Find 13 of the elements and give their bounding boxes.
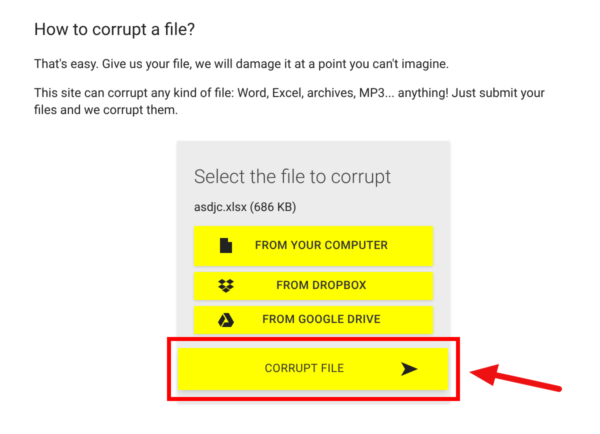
- file-name: asdjc.xlsx (686 KB): [194, 198, 298, 216]
- send-icon: [401, 362, 418, 376]
- source-button[interactable]: FROM DROPBOX: [194, 272, 433, 300]
- paragraph: This site can corrupt any kind of file: Word, Excel, archives, MP3... anything! Just submit your files and we corrupt them.: [34, 84, 546, 118]
- source-button[interactable]: FROM YOUR COMPUTER: [194, 226, 433, 266]
- drive-icon: [218, 312, 234, 326]
- source-button[interactable]: FROM GOOGLE DRIVE: [194, 306, 433, 334]
- paragraph: That's easy. Give us your file, we will damage it at a point you can't imagine.: [34, 56, 450, 72]
- document-icon: [220, 238, 232, 253]
- card-title: Select the file to corrupt: [194, 164, 392, 190]
- corrupt-file-button[interactable]: CORRUPT FILE: [178, 348, 448, 390]
- dropbox-icon: [218, 278, 234, 292]
- page-heading: How to corrupt a file?: [34, 19, 196, 42]
